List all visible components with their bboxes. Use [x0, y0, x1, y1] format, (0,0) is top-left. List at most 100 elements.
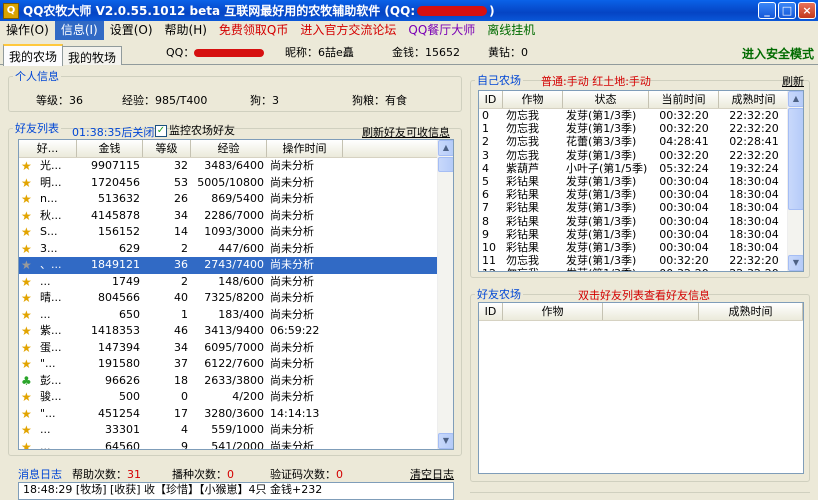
scroll-down-icon[interactable]: ▼	[438, 433, 453, 449]
table-row[interactable]: ★ "... 451254 17 3280/3600 14:14:13	[19, 406, 453, 423]
table-row[interactable]: ★... 33301 4 559/1000 尚未分析	[19, 422, 453, 439]
column-header[interactable]: 作物	[503, 303, 603, 320]
friend-farm-list[interactable]: ID 作物 成熟时间	[478, 302, 804, 474]
table-row[interactable]: 3 勿忘我 发芽(第1/3季) 00:32:20 22:32:20	[479, 149, 803, 162]
menu-item-0[interactable]: 操作(O)	[0, 21, 55, 40]
table-row[interactable]: ★ 紫... 1418353 46 3413/9400 06:59:22	[19, 323, 453, 340]
scroll-up-icon[interactable]: ▲	[438, 140, 453, 156]
column-header[interactable]: 成熟时间	[699, 303, 803, 320]
friend-cell-level: 26	[174, 192, 188, 205]
table-row[interactable]: ★... 650 1 183/400 尚未分析	[19, 307, 453, 324]
friend-cell-level: 9	[181, 439, 188, 450]
table-row[interactable]: ★ "... 191580 37 6122/7600 尚未分析	[19, 356, 453, 373]
column-header[interactable]: 作物	[503, 91, 563, 108]
table-row[interactable]: 12勿忘我发芽(第1/3季)00:32:2022:32:20	[479, 267, 803, 271]
table-row[interactable]: ♣ 彭... 96626 18 2633/3800 尚未分析	[19, 373, 453, 390]
maximize-button[interactable]: □	[778, 2, 796, 19]
dog-food: 狗粮：有食	[352, 94, 407, 107]
column-header[interactable]	[603, 303, 699, 320]
farm-cell-ripe: 18:30:04	[729, 227, 779, 241]
farm-cell-crop: 彩钻果	[506, 188, 539, 202]
message-log[interactable]: 18:48:29 [牧场] [收获] 收【珍惜】【小猴崽】4只 金钱+232	[18, 482, 454, 500]
table-row[interactable]: ★... 64560 9 541/2000 尚未分析	[19, 439, 453, 450]
column-header[interactable]: 好...	[19, 140, 77, 157]
table-row[interactable]: 8 彩钻果 发芽(第1/3季) 00:30:04 18:30:04	[479, 215, 803, 228]
friend-cell-time: 尚未分析	[270, 241, 314, 255]
menu-item-2[interactable]: 设置(O)	[104, 21, 159, 40]
qq-label: QQ：	[166, 44, 265, 60]
refresh-friends-link[interactable]: 刷新好友可收信息	[362, 124, 450, 140]
clear-log-link[interactable]: 清空日志	[410, 466, 454, 482]
farm-cell-now: 05:32:24	[659, 161, 709, 175]
farm-cell-ripe: 18:30:04	[729, 240, 779, 254]
table-row[interactable]: ★... 1749 2 148/600 尚未分析	[19, 274, 453, 291]
table-row[interactable]: 2 勿忘我 花蕾(第3/3季) 04:28:41 02:28:41	[479, 135, 803, 148]
star-icon: ★	[21, 357, 32, 371]
farm-cell-now: 00:30:04	[659, 214, 709, 228]
table-row[interactable]: 4 紫葫芦 小叶子(第1/5季) 05:32:24 19:32:24	[479, 162, 803, 175]
friend-cell-name: "...	[40, 406, 56, 420]
tab-my-ranch[interactable]: 我的牧场	[62, 46, 123, 65]
table-row[interactable]: ★ n... 513632 26 869/5400 尚未分析	[19, 191, 453, 208]
menu-item-5[interactable]: 进入官方交流论坛	[294, 21, 402, 40]
menu-item-4[interactable]: 免费领取Q币	[213, 21, 294, 40]
farm-cell-id: 6	[482, 188, 489, 202]
title-bar: Q QQ农牧大师 V2.0.55.1012 beta 互联网最好用的农牧辅助软件…	[0, 0, 818, 21]
table-row[interactable]: ★ 骏... 500 0 4/200 尚未分析	[19, 389, 453, 406]
friend-cell-money: 9907115	[91, 159, 140, 172]
column-header[interactable]: 成熟时间	[719, 91, 789, 108]
column-header[interactable]: ID	[479, 91, 503, 108]
friend-farm-legend: 好友农场	[477, 288, 521, 301]
menu-item-1[interactable]: 信息(I)	[54, 21, 104, 40]
farm-cell-now: 00:32:20	[659, 122, 709, 136]
friend-cell-level: 32	[174, 159, 188, 172]
friend-list-scrollbar[interactable]: ▲ ▼	[437, 140, 453, 449]
table-row[interactable]: ★ 、... 1849121 36 2743/7400 尚未分析	[19, 257, 453, 274]
safe-mode-link[interactable]: 进入安全模式	[742, 45, 814, 62]
table-row[interactable]: 7 彩钻果 发芽(第1/3季) 00:30:04 18:30:04	[479, 201, 803, 214]
table-row[interactable]: 5 彩钻果 发芽(第1/3季) 00:30:04 18:30:04	[479, 175, 803, 188]
column-header[interactable]: 金钱	[77, 140, 143, 157]
menu-item-7[interactable]: 离线挂机	[481, 21, 541, 40]
table-row[interactable]: 0 勿忘我 发芽(第1/3季) 00:32:20 22:32:20	[479, 109, 803, 122]
monitor-friends-checkbox[interactable]: ✓ 监控农场好友	[155, 122, 235, 138]
window-title-end: )	[489, 3, 495, 18]
scroll-thumb[interactable]	[438, 157, 453, 172]
column-header[interactable]: 等级	[143, 140, 191, 157]
scroll-down-icon[interactable]: ▼	[788, 255, 803, 271]
table-row[interactable]: 11 勿忘我 发芽(第1/3季) 00:32:20 22:32:20	[479, 254, 803, 267]
farm-cell-now: 00:32:20	[659, 109, 709, 122]
table-row[interactable]: 10 彩钻果 发芽(第1/3季) 00:30:04 18:30:04	[479, 241, 803, 254]
table-row[interactable]: ★ 明... 1720456 53 5005/10800 尚未分析	[19, 175, 453, 192]
table-row[interactable]: 6 彩钻果 发芽(第1/3季) 00:30:04 18:30:04	[479, 188, 803, 201]
menu-item-3[interactable]: 帮助(H)	[159, 21, 213, 40]
column-header[interactable]: 状态	[563, 91, 649, 108]
tab-my-farm[interactable]: 我的农场	[3, 44, 64, 66]
table-row[interactable]: 9 彩钻果 发芽(第1/3季) 00:30:04 18:30:04	[479, 228, 803, 241]
minimize-button[interactable]: _	[758, 2, 776, 19]
menu-item-6[interactable]: QQ餐厅大师	[402, 21, 481, 40]
star-icon: ★	[21, 258, 32, 272]
friend-cell-money: 96626	[105, 373, 140, 387]
my-farm-list[interactable]: ID 作物 状态 当前时间 成熟时间 0 勿忘我 发芽(第1/3季) 00:32:20 22:3…	[478, 90, 804, 272]
table-row[interactable]: ★ 3... 629 2 447/600 尚未分析	[19, 241, 453, 258]
table-row[interactable]: ★ S... 156152 14 1093/3000 尚未分析	[19, 224, 453, 241]
column-header[interactable]: ID	[479, 303, 503, 320]
table-row[interactable]: ★ 晴... 804566 40 7325/8200 尚未分析	[19, 290, 453, 307]
refresh-farm-link[interactable]: 刷新	[782, 73, 804, 89]
friend-cell-star: ★	[19, 175, 37, 192]
table-row[interactable]: 1 勿忘我 发芽(第1/3季) 00:32:20 22:32:20	[479, 122, 803, 135]
column-header[interactable]: 操作时间	[267, 140, 343, 157]
farm-list-scrollbar[interactable]: ▲ ▼	[787, 91, 803, 271]
table-row[interactable]: ★ 蛋... 147394 34 6095/7000 尚未分析	[19, 340, 453, 357]
table-row[interactable]: ★ 光... 9907115 32 3483/6400 尚未分析	[19, 158, 453, 175]
table-row[interactable]: ★ 秋... 4145878 34 2286/7000 尚未分析	[19, 208, 453, 225]
close-button[interactable]: ×	[798, 2, 816, 19]
friend-cell-level: 1	[181, 307, 188, 321]
column-header[interactable]: 经验	[191, 140, 267, 157]
scroll-up-icon[interactable]: ▲	[788, 91, 803, 107]
scroll-thumb[interactable]	[788, 108, 803, 210]
friend-list[interactable]: 好... 金钱 等级 经验 操作时间 ★ 光... 9907115 32 3483/6400 尚未…	[18, 139, 454, 450]
friend-cell-time: 尚未分析	[270, 258, 314, 271]
column-header[interactable]: 当前时间	[649, 91, 719, 108]
